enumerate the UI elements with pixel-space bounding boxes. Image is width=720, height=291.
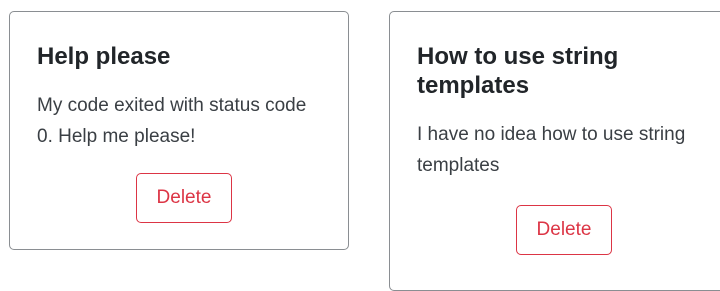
post-title: Help please [37,43,171,70]
delete-button[interactable]: Delete [516,205,612,255]
post-card: How to use string templates I have no id… [389,11,720,291]
delete-button[interactable]: Delete [136,173,232,223]
post-body: My code exited with status code 0. Help … [37,95,307,147]
post-body: I have no idea how to use string templat… [417,124,686,176]
post-title: How to use string templates [417,43,619,99]
post-card: Help please My code exited with status c… [9,11,349,250]
